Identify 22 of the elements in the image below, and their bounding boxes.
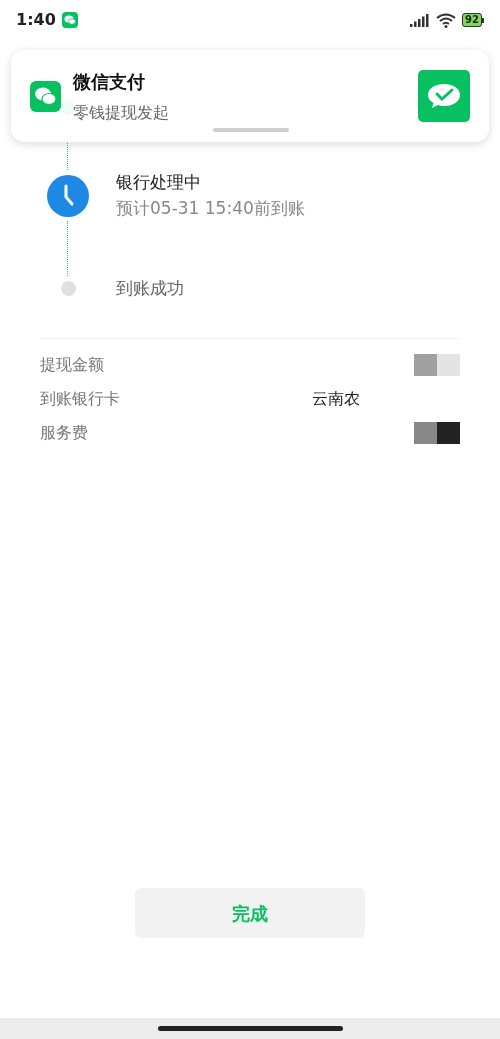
detail-label: 服务费 xyxy=(40,421,88,444)
detail-label: 提现金额 xyxy=(40,353,104,376)
detail-value: 云南农 xyxy=(312,387,360,410)
blurred-value xyxy=(414,353,460,376)
drag-handle[interactable] xyxy=(213,128,289,132)
detail-label: 到账银行卡 xyxy=(40,387,120,410)
chat-app-icon xyxy=(30,80,61,112)
notification-message: 零钱提现发起 xyxy=(73,101,169,124)
step-title: 银行处理中 xyxy=(116,171,202,194)
battery-indicator: 92 xyxy=(462,13,482,27)
notification-app-name: 微信支付 xyxy=(73,69,145,94)
chat-app-icon xyxy=(61,12,78,28)
home-indicator[interactable] xyxy=(157,1026,343,1031)
step-subtitle: 预计05-31 15:40前到账 xyxy=(116,196,305,220)
signal-icon xyxy=(410,13,431,27)
clock-icon xyxy=(47,174,89,217)
notification-card[interactable]: 微信支付 零钱提现发起 xyxy=(11,50,489,142)
blurred-value xyxy=(414,421,460,444)
step-title: 到账成功 xyxy=(116,277,184,300)
wifi-icon xyxy=(436,12,457,28)
payment-app-icon xyxy=(418,70,470,122)
clock-time: 1:40 xyxy=(16,9,56,31)
